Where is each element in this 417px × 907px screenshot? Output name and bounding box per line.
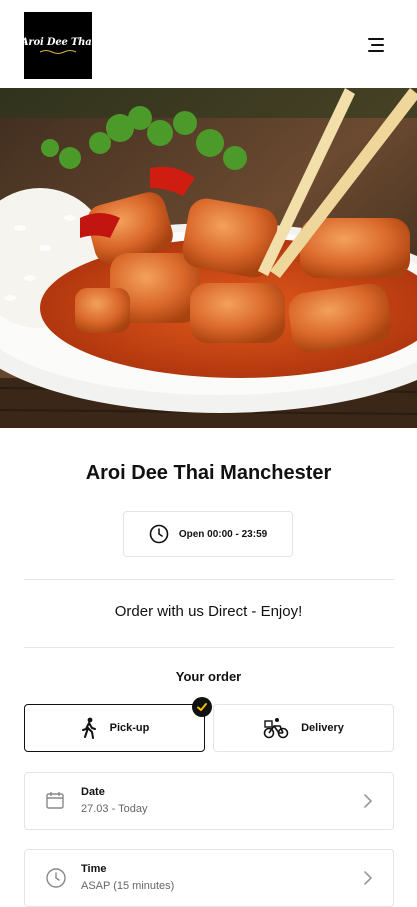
delivery-button[interactable]: Delivery bbox=[213, 704, 394, 752]
date-value: 27.03 - Today bbox=[81, 803, 148, 815]
date-label: Date bbox=[81, 786, 105, 798]
time-label: Time bbox=[81, 863, 107, 875]
clock-icon bbox=[46, 868, 66, 888]
your-order-heading: Your order bbox=[175, 669, 242, 684]
selected-check-icon bbox=[192, 697, 212, 717]
restaurant-name: Aroi Dee Thai Manchester bbox=[85, 462, 332, 484]
hero-image bbox=[0, 88, 417, 428]
divider bbox=[24, 647, 394, 648]
pickup-button[interactable]: Pick-up bbox=[24, 704, 205, 752]
opening-hours-label: Open 00:00 - 23:59 bbox=[178, 528, 268, 540]
restaurant-logo[interactable]: Aroi Dee Thai bbox=[20, 12, 96, 79]
opening-hours: Open 00:00 - 23:59 bbox=[123, 511, 293, 557]
clock-icon bbox=[149, 524, 169, 544]
food-photo bbox=[0, 88, 417, 428]
date-selector[interactable]: Date 27.03 - Today bbox=[24, 772, 394, 830]
chevron-right-icon bbox=[364, 794, 373, 808]
delivery-label: Delivery bbox=[301, 722, 344, 734]
walking-person-icon bbox=[81, 717, 96, 739]
logo-text: Aroi Dee Thai bbox=[20, 36, 96, 48]
pickup-label: Pick-up bbox=[109, 722, 150, 734]
tagline: Order with us Direct - Enjoy! bbox=[114, 603, 303, 620]
divider bbox=[24, 579, 394, 580]
time-value: ASAP (15 minutes) bbox=[81, 880, 175, 892]
bicycle-courier-icon bbox=[263, 718, 289, 739]
logo-swirl-icon bbox=[39, 49, 77, 54]
hamburger-menu-icon[interactable] bbox=[366, 36, 388, 54]
time-selector[interactable]: Time ASAP (15 minutes) bbox=[24, 849, 394, 907]
chevron-right-icon bbox=[364, 871, 373, 885]
calendar-icon bbox=[46, 792, 64, 809]
app-header: Aroi Dee Thai bbox=[0, 0, 417, 88]
